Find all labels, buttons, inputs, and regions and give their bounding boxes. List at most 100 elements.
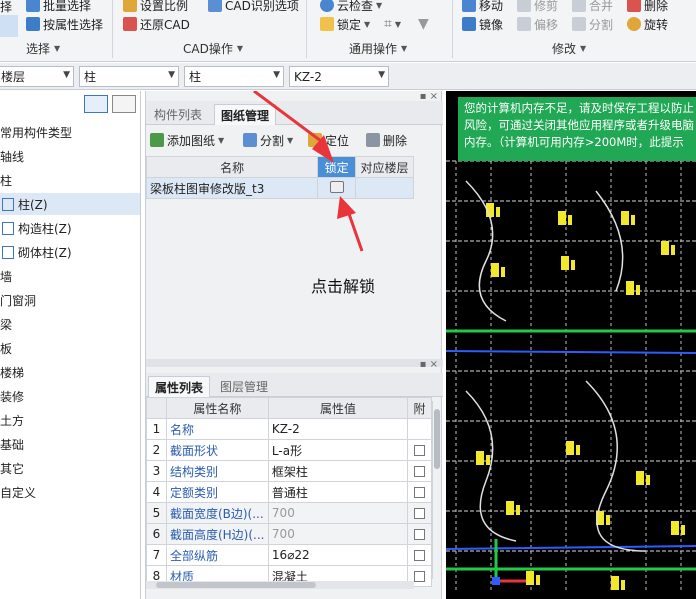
props-hscrollbar[interactable]: [146, 581, 414, 589]
attach-checkbox[interactable]: [414, 445, 425, 456]
filter-button[interactable]: ▼: [418, 15, 429, 33]
tree-item[interactable]: 轴线: [0, 145, 140, 167]
lock-button[interactable]: 锁定 ▼: [320, 15, 370, 33]
table-row[interactable]: 4 定额类别 普通柱: [146, 481, 432, 503]
cad-column-text: [516, 505, 520, 515]
tree-item[interactable]: 自定义: [0, 481, 140, 503]
attach-checkbox[interactable]: [414, 487, 425, 498]
tree-item[interactable]: 基础: [0, 433, 140, 455]
cad-column-text: [568, 215, 572, 225]
attach-cell: [407, 439, 432, 461]
property-value[interactable]: L-a形: [267, 439, 409, 461]
property-value[interactable]: 700: [267, 523, 409, 545]
tab-layer-management[interactable]: 图层管理: [214, 376, 274, 397]
close-icon[interactable]: ▪ ×: [420, 359, 438, 370]
delete-button[interactable]: 删除: [627, 0, 668, 14]
attach-checkbox[interactable]: [414, 529, 425, 540]
add-drawing-button[interactable]: 添加图纸 ▼: [150, 130, 224, 150]
tree-item[interactable]: 常用构件类型: [0, 121, 140, 143]
tree-item[interactable]: 构造柱(Z): [0, 217, 140, 239]
snap-icon: ⌗: [384, 16, 392, 32]
warning-line-3: 内存。（计算机可用内存>200M时，此提示: [464, 135, 684, 149]
select-button[interactable]: 择: [0, 0, 12, 15]
tree-item[interactable]: 柱(Z): [0, 193, 140, 215]
attach-checkbox[interactable]: [414, 571, 425, 582]
restore-cad-button[interactable]: 还原CAD: [123, 15, 190, 33]
move-button[interactable]: 移动: [462, 0, 503, 14]
props-scrollbar[interactable]: [432, 401, 441, 579]
chevron-down-icon: ▼: [378, 70, 385, 80]
property-value[interactable]: 16⌀22: [267, 544, 409, 566]
restore-cad-label: 还原CAD: [140, 17, 190, 32]
lock-icon: [320, 17, 334, 31]
cad-column: [626, 281, 634, 295]
tree-item[interactable]: 其它: [0, 457, 140, 479]
tree-item-label: 梁: [0, 317, 13, 332]
table-row[interactable]: 2 截面形状 L-a形: [146, 439, 432, 461]
mirror-button[interactable]: 镜像: [462, 15, 503, 33]
chevron-down-icon: ▼: [273, 70, 280, 80]
row-number: 2: [146, 439, 167, 461]
attach-checkbox[interactable]: [414, 508, 425, 519]
snap-button[interactable]: ⌗ ▼: [384, 15, 401, 33]
property-value[interactable]: KZ-2: [267, 418, 409, 440]
hscrollbar-thumb[interactable]: [156, 582, 316, 588]
tab-component-list[interactable]: 构件列表: [148, 104, 208, 125]
scrollbar-thumb[interactable]: [434, 409, 440, 469]
table-row[interactable]: 6 截面高度(H边)(... 700: [146, 523, 432, 545]
type-select[interactable]: 柱 ▼: [184, 66, 284, 87]
splitter[interactable]: [146, 359, 443, 367]
trim-button[interactable]: 修剪: [517, 0, 558, 14]
cad-recognition-options-button[interactable]: CAD识别选项: [208, 0, 299, 14]
attach-checkbox[interactable]: [414, 550, 425, 561]
category-select[interactable]: 柱 ▼: [79, 66, 179, 87]
cad-column-text: [631, 215, 635, 225]
offset-button[interactable]: 偏移: [517, 15, 558, 33]
property-value[interactable]: 框架柱: [267, 460, 409, 482]
rotate-button[interactable]: 旋转: [627, 15, 668, 33]
tree-item[interactable]: 柱: [0, 169, 140, 191]
table-row[interactable]: 5 截面宽度(B边)(... 700: [146, 502, 432, 524]
tree-item[interactable]: 板: [0, 337, 140, 359]
cad-column-text: [571, 260, 575, 270]
list-view-icon[interactable]: [84, 95, 108, 113]
common-ops-group-label[interactable]: 通用操作 ▼: [349, 40, 407, 57]
cad-ops-group-label[interactable]: CAD操作 ▼: [183, 40, 243, 57]
memory-warning-toast[interactable]: 您的计算机内存不足，请及时保存工程以防止 风险，可通过关闭其他应用程序或者升级电…: [458, 97, 696, 161]
tree-item[interactable]: 楼梯: [0, 361, 140, 383]
grid-view-icon[interactable]: [112, 95, 136, 113]
element-select[interactable]: KZ-2 ▼: [289, 66, 389, 87]
split-icon: [572, 17, 586, 31]
tab-properties[interactable]: 属性列表: [148, 376, 211, 397]
split-ribbon-button[interactable]: 分割: [572, 15, 613, 33]
tree-item[interactable]: 梁: [0, 313, 140, 335]
tree-item[interactable]: 砌体柱(Z): [0, 241, 140, 263]
floor-select[interactable]: 楼层 ▼: [0, 66, 74, 87]
tree-item[interactable]: 墙: [0, 265, 140, 287]
property-name: 截面形状: [165, 439, 269, 461]
row-number: 7: [146, 544, 167, 566]
tree-item[interactable]: 门窗洞: [0, 289, 140, 311]
table-row[interactable]: 3 结构类别 框架柱: [146, 460, 432, 482]
tree-item[interactable]: 土方: [0, 409, 140, 431]
tree-item-label: 楼梯: [0, 365, 25, 380]
tree-item-label: 构造柱(Z): [18, 221, 72, 236]
batch-select-button[interactable]: 批量选择: [26, 0, 91, 14]
table-row[interactable]: 1 名称 KZ-2: [146, 418, 432, 440]
property-value[interactable]: 700: [267, 502, 409, 524]
tree-item[interactable]: 装修: [0, 385, 140, 407]
column-icon: [2, 245, 14, 259]
select-group-label[interactable]: 选择 ▼: [26, 40, 60, 57]
cad-drawing-canvas[interactable]: 您的计算机内存不足，请及时保存工程以防止 风险，可通过关闭其他应用程序或者升级电…: [446, 91, 696, 599]
property-value[interactable]: 普通柱: [267, 481, 409, 503]
tree-item-label: 柱(Z): [18, 197, 48, 212]
chevron-down-icon: ▼: [54, 44, 61, 53]
table-row[interactable]: 7 全部纵筋 16⌀22: [146, 544, 432, 566]
select-by-attr-button[interactable]: 按属性选择: [26, 15, 103, 33]
properties-table: 属性名称 属性值 附 1 名称 KZ-2 2 截面形状 L-a形 3 结构类别 框架柱 4 定额类别…: [146, 397, 432, 587]
cloud-check-button[interactable]: 云检查 ▼: [320, 0, 382, 14]
set-scale-button[interactable]: 设置比例: [123, 0, 188, 14]
attach-checkbox[interactable]: [414, 466, 425, 477]
modify-group-label[interactable]: 修改 ▼: [552, 40, 586, 57]
merge-button[interactable]: 合并: [572, 0, 613, 14]
